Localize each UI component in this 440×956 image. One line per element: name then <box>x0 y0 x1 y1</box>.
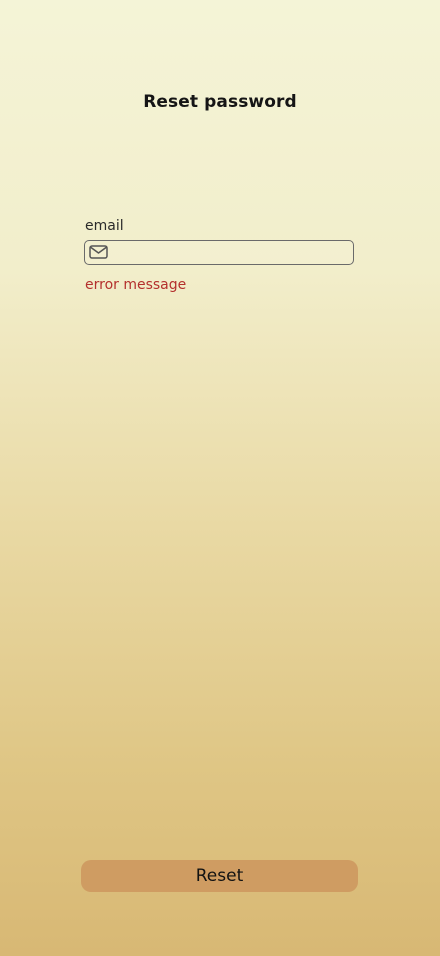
email-label: email <box>85 218 124 234</box>
email-input[interactable] <box>116 242 347 263</box>
mail-icon <box>89 245 108 259</box>
email-field[interactable] <box>84 240 354 265</box>
error-message: error message <box>85 277 187 293</box>
reset-button[interactable]: Reset <box>81 860 358 892</box>
page-title: Reset password <box>143 92 297 112</box>
